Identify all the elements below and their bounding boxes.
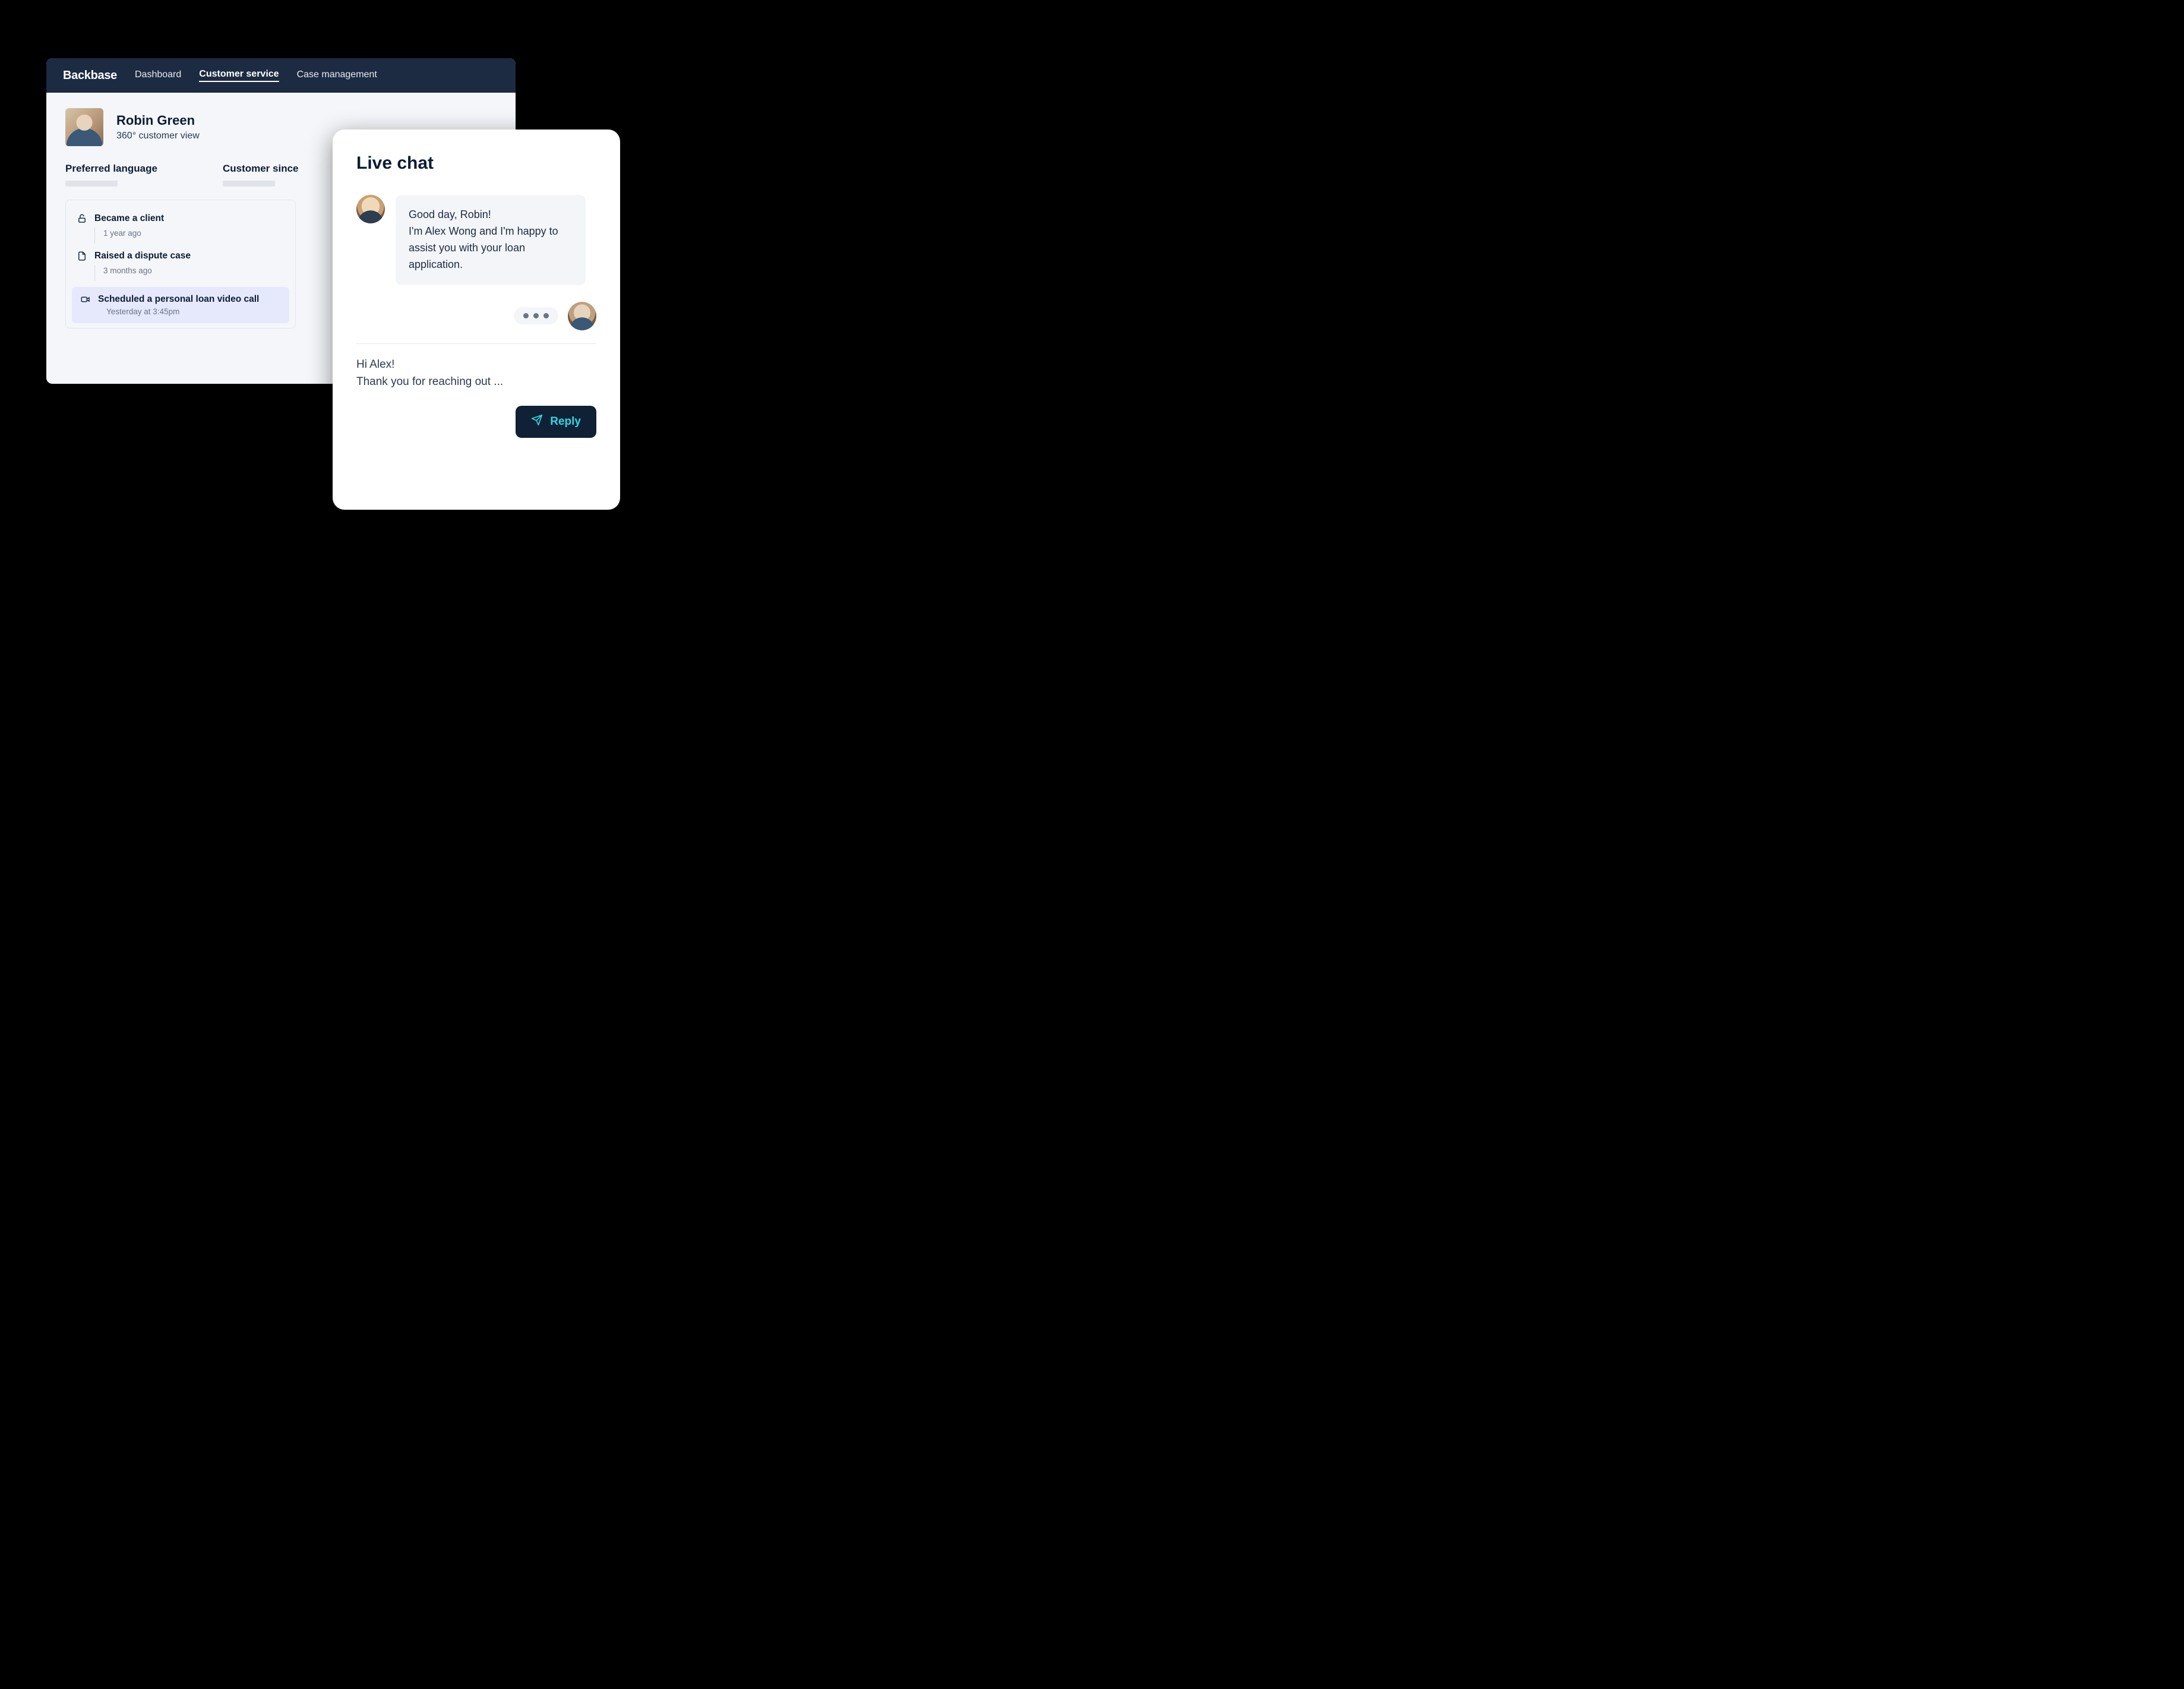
agent-avatar — [356, 195, 385, 223]
nav-dashboard[interactable]: Dashboard — [135, 70, 181, 81]
user-typing-row — [356, 302, 596, 330]
user-avatar — [568, 302, 596, 330]
meta-label-language: Preferred language — [65, 163, 157, 175]
brand-logo: Backbase — [63, 69, 117, 83]
file-icon — [77, 251, 87, 261]
meta-preferred-language: Preferred language — [65, 163, 157, 187]
reply-button-label: Reply — [550, 415, 581, 428]
dot-icon — [533, 313, 539, 318]
customer-subtitle: 360° customer view — [116, 131, 200, 141]
reply-button[interactable]: Reply — [516, 406, 596, 438]
timeline-card: Became a client 1 year ago Raised a disp… — [65, 200, 296, 329]
top-nav: Backbase Dashboard Customer service Case… — [46, 58, 516, 93]
dot-icon — [543, 313, 549, 318]
timeline-item[interactable]: Raised a dispute case 3 months ago — [66, 247, 295, 285]
send-icon — [531, 414, 543, 430]
timeline-title: Became a client — [94, 213, 164, 224]
timeline-title: Raised a dispute case — [94, 251, 191, 261]
customer-avatar — [65, 108, 103, 146]
dot-icon — [523, 313, 529, 318]
reply-draft-input[interactable]: Hi Alex! Thank you for reaching out ... — [356, 356, 596, 391]
chat-title: Live chat — [356, 153, 596, 173]
meta-customer-since: Customer since — [223, 163, 299, 187]
timeline-time: 1 year ago — [94, 228, 285, 244]
unlock-icon — [77, 213, 87, 224]
agent-message-text: Good day, Robin! I'm Alex Wong and I'm h… — [409, 209, 558, 270]
meta-value-skeleton — [223, 181, 275, 187]
meta-value-skeleton — [65, 181, 118, 187]
nav-case-management[interactable]: Case management — [297, 70, 377, 81]
customer-name: Robin Green — [116, 113, 200, 128]
typing-indicator — [514, 307, 558, 324]
agent-message-row: Good day, Robin! I'm Alex Wong and I'm h… — [356, 195, 596, 285]
timeline-item-active[interactable]: Scheduled a personal loan video call Yes… — [72, 287, 289, 323]
timeline-time: Yesterday at 3:45pm — [98, 306, 281, 316]
timeline-item[interactable]: Became a client 1 year ago — [66, 210, 295, 247]
meta-label-since: Customer since — [223, 163, 299, 175]
brand-text: Backbase — [63, 69, 117, 83]
nav-customer-service[interactable]: Customer service — [199, 69, 279, 82]
live-chat-panel: Live chat Good day, Robin! I'm Alex Wong… — [333, 130, 620, 510]
divider — [356, 343, 596, 344]
video-icon — [80, 294, 91, 305]
timeline-title: Scheduled a personal loan video call — [98, 294, 259, 305]
timeline-time: 3 months ago — [94, 265, 285, 281]
agent-message-bubble: Good day, Robin! I'm Alex Wong and I'm h… — [396, 195, 586, 285]
